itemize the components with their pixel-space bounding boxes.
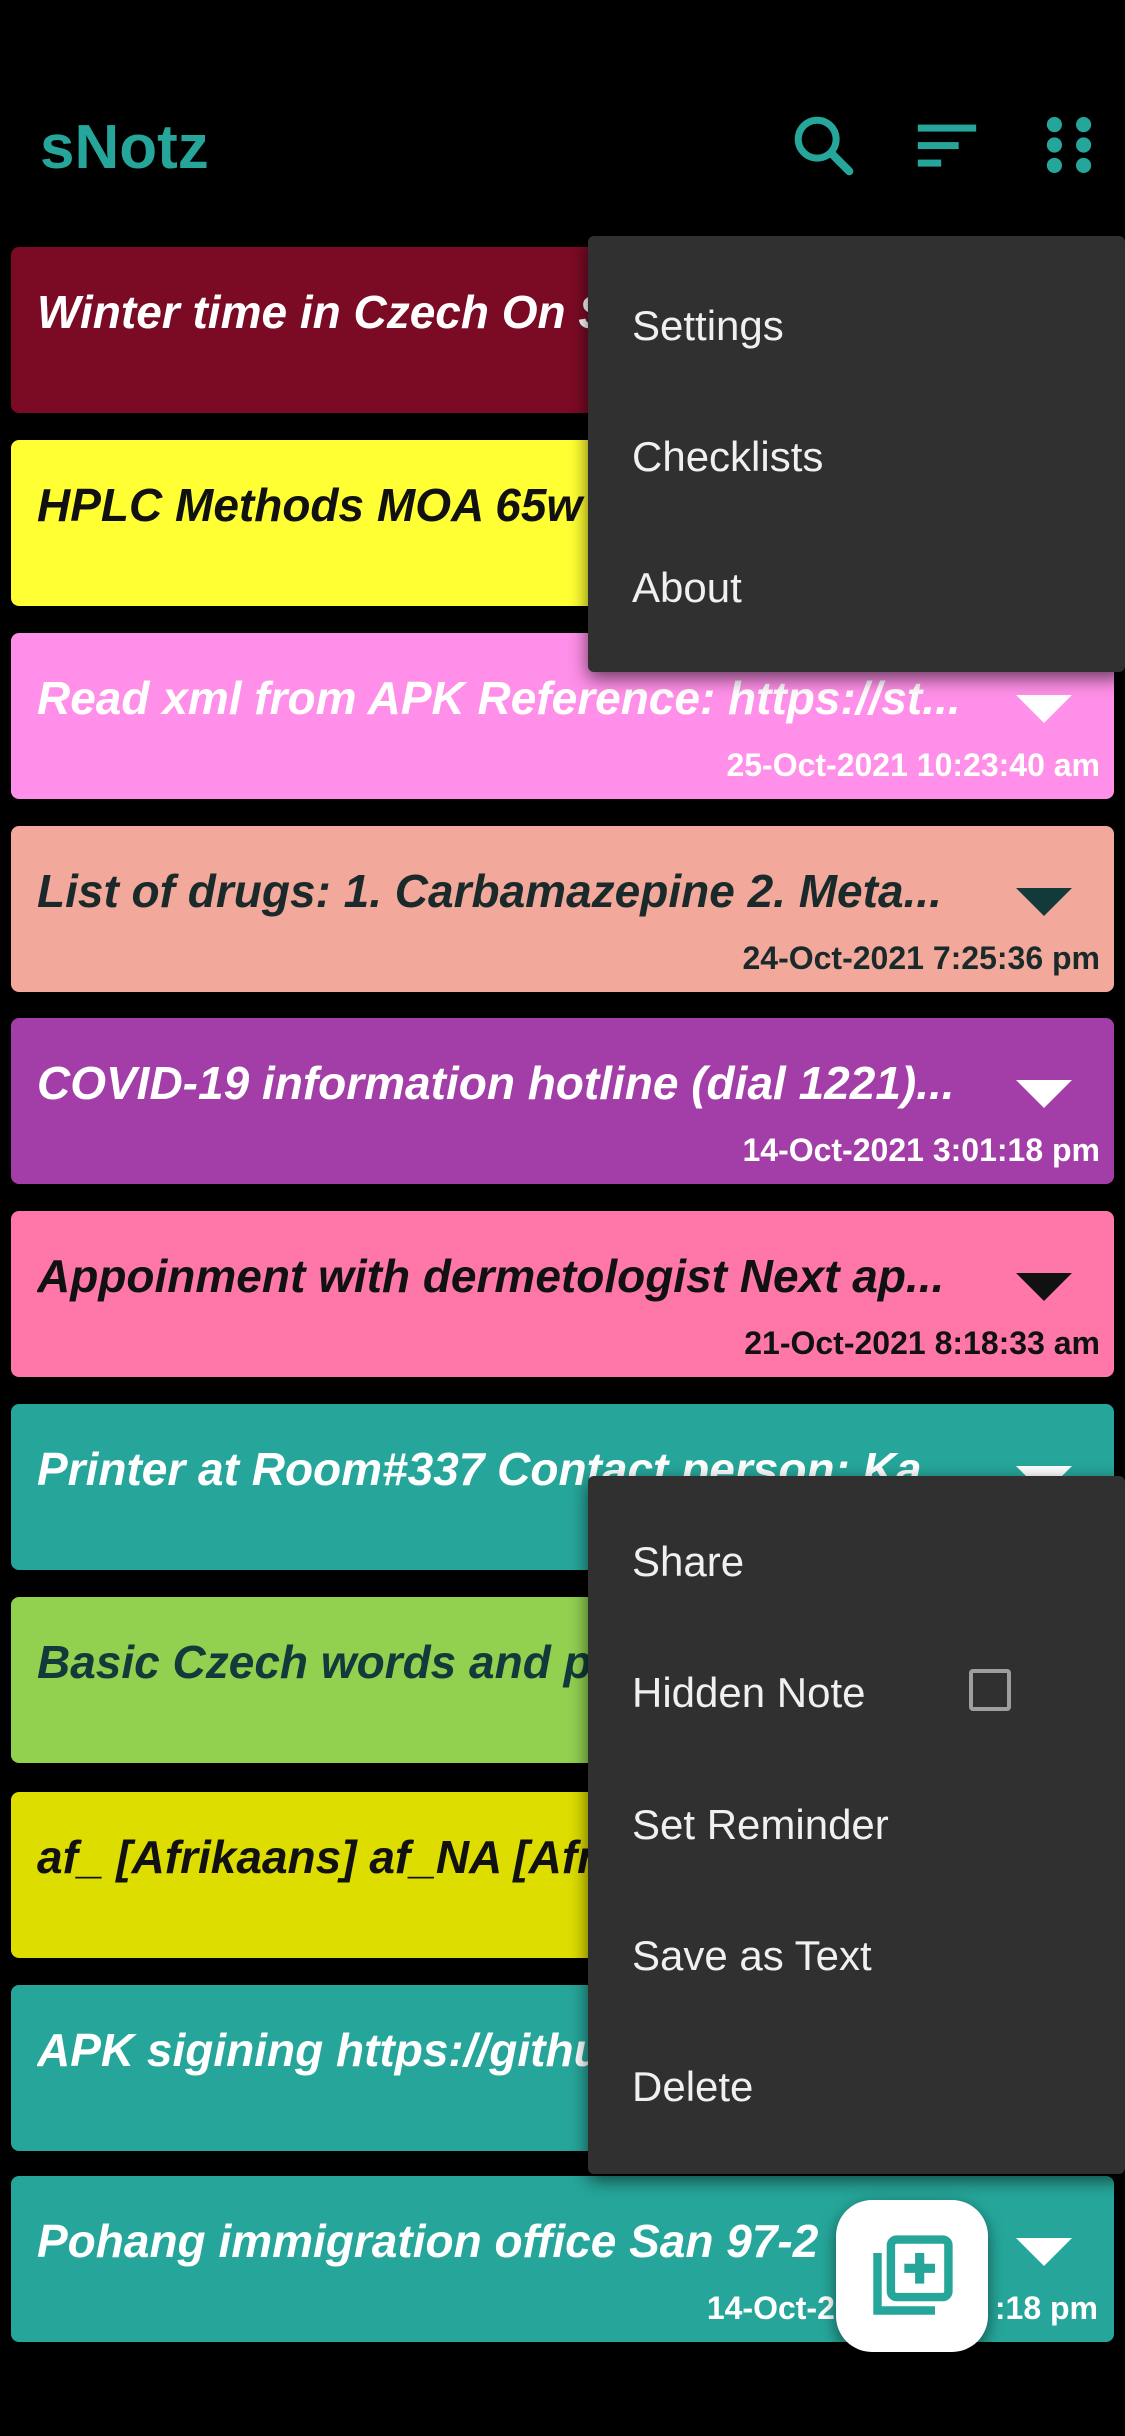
add-note-button[interactable] (836, 2200, 988, 2352)
add-note-icon (873, 2235, 953, 2315)
menu-item-checklists[interactable]: Checklists (632, 433, 823, 481)
menu-item-settings[interactable]: Settings (632, 302, 784, 350)
apps-grid-icon[interactable] (1034, 110, 1104, 180)
note-date-head: 14-Oct-2 (706, 2290, 835, 2326)
note-date: 14-Oct-2021 3:01:18 pm (742, 1132, 1100, 1168)
menu-item-save-as-text[interactable]: Save as Text (632, 1932, 872, 1980)
menu-item-hidden-note[interactable]: Hidden Note (632, 1669, 865, 1717)
note-title: List of drugs: 1. Carbamazepine 2. Meta.… (37, 865, 942, 917)
overflow-menu: Settings Checklists About (588, 236, 1125, 672)
menu-item-delete[interactable]: Delete (632, 2063, 753, 2111)
note-context-menu: Share Hidden Note Set Reminder Save as T… (588, 1476, 1125, 2174)
menu-item-set-reminder[interactable]: Set Reminder (632, 1801, 889, 1849)
note-title: Read xml from APK Reference: https://st.… (37, 672, 961, 724)
note-card[interactable]: List of drugs: 1. Carbamazepine 2. Meta.… (11, 826, 1114, 992)
note-date-tail: :18 pm (994, 2290, 1098, 2326)
app-bar: sNotz (0, 0, 1125, 235)
menu-item-share[interactable]: Share (632, 1538, 744, 1586)
expand-caret-icon[interactable] (1016, 1080, 1072, 1108)
note-card[interactable]: COVID-19 information hotline (dial 1221)… (11, 1018, 1114, 1184)
note-title: Appoinment with dermetologist Next ap... (37, 1250, 945, 1302)
note-date: 24-Oct-2021 7:25:36 pm (742, 940, 1100, 976)
hidden-note-checkbox[interactable] (969, 1669, 1011, 1711)
expand-caret-icon[interactable] (1016, 888, 1072, 916)
app-title: sNotz (40, 113, 209, 182)
search-icon[interactable] (788, 110, 858, 180)
expand-caret-icon[interactable] (1016, 1273, 1072, 1301)
menu-item-about[interactable]: About (632, 564, 742, 612)
note-date: 25-Oct-2021 10:23:40 am (726, 747, 1100, 783)
expand-caret-icon[interactable] (1016, 695, 1072, 723)
expand-caret-icon[interactable] (1016, 2238, 1072, 2266)
sort-icon[interactable] (912, 110, 982, 180)
note-card[interactable]: Appoinment with dermetologist Next ap...… (11, 1211, 1114, 1377)
note-date: 21-Oct-2021 8:18:33 am (744, 1325, 1100, 1361)
note-title: COVID-19 information hotline (dial 1221)… (37, 1057, 955, 1109)
